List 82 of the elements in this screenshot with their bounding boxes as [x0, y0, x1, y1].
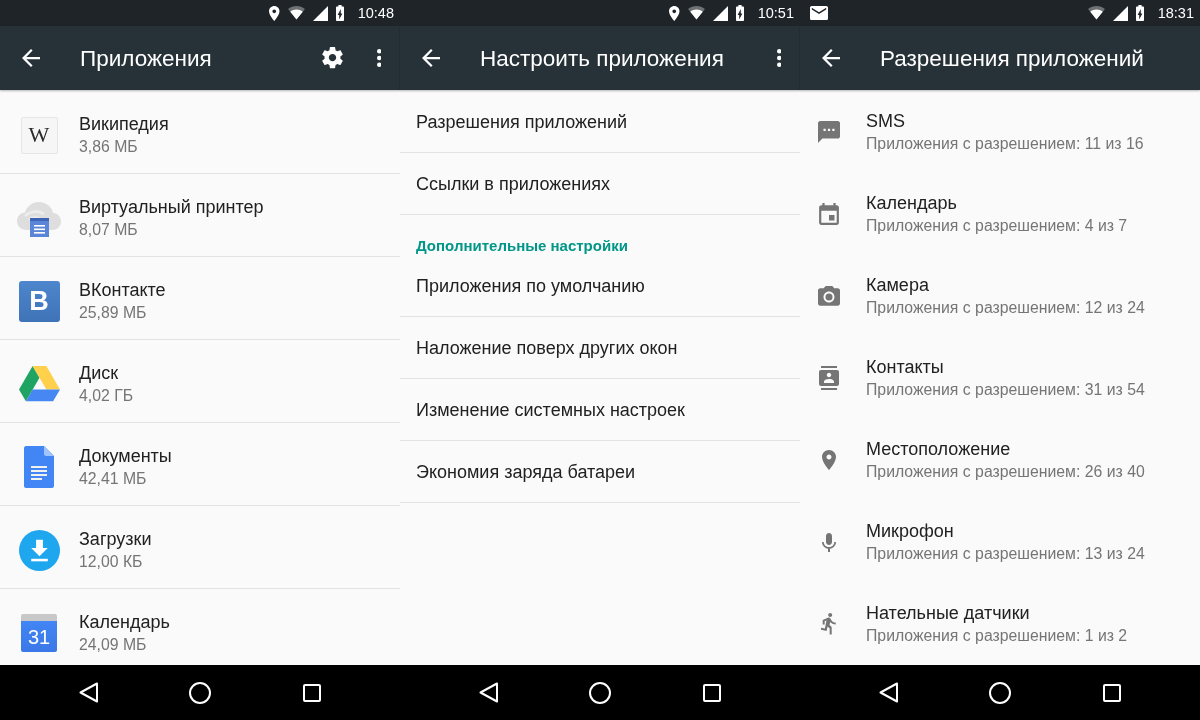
permission-name: Контакты — [866, 356, 945, 378]
camera-icon — [818, 286, 840, 306]
app-size: 25,89 МБ — [79, 303, 148, 323]
more-options-icon[interactable] — [376, 49, 381, 67]
cloud-printer-icon — [16, 199, 62, 237]
document-icon — [24, 446, 54, 488]
app-name: Загрузки — [79, 528, 152, 550]
app-size: 42,41 МБ — [79, 469, 148, 489]
calendar-icon — [819, 203, 839, 225]
mail-icon — [810, 5, 828, 21]
back-arrow-icon[interactable] — [22, 49, 40, 67]
signal-icon — [312, 5, 328, 21]
location-pin-icon — [822, 450, 836, 470]
status-time: 18:31 — [1157, 4, 1194, 22]
status-time: 10:48 — [357, 4, 394, 22]
back-icon[interactable] — [878, 682, 898, 703]
permission-name: Микрофон — [866, 520, 955, 542]
permission-summary: Приложения с разрешением: 4 из 7 — [866, 216, 1128, 236]
app-size: 12,00 КБ — [79, 552, 144, 572]
app-name: Диск — [79, 362, 120, 384]
microphone-icon — [822, 532, 836, 552]
screen-title: Настроить приложения — [480, 44, 724, 72]
permission-summary: Приложения с разрешением: 31 из 54 — [866, 380, 1145, 400]
battery-charging-icon — [1135, 5, 1144, 21]
battery-charging-icon — [735, 5, 744, 21]
triangle-logo-icon — [18, 366, 60, 402]
message-icon — [818, 121, 840, 143]
location-pin-icon — [669, 5, 680, 21]
battery-charging-icon — [335, 5, 344, 21]
wifi-icon — [687, 6, 705, 20]
settings-icon[interactable] — [321, 47, 343, 69]
settings-item[interactable]: Изменение системных настроек — [416, 398, 685, 421]
home-icon[interactable] — [989, 681, 1011, 704]
back-arrow-icon[interactable] — [422, 49, 440, 67]
settings-item[interactable]: Разрешения приложений — [416, 110, 628, 133]
home-icon[interactable] — [189, 681, 211, 704]
screen-title: Разрешения приложений — [880, 44, 1144, 72]
permission-summary: Приложения с разрешением: 13 из 24 — [866, 544, 1145, 564]
permission-summary: Приложения с разрешением: 12 из 24 — [866, 298, 1145, 318]
app-size: 3,86 МБ — [79, 137, 139, 157]
settings-item[interactable]: Приложения по умолчанию — [416, 274, 645, 297]
permission-summary: Приложения с разрешением: 1 из 2 — [866, 626, 1128, 646]
permission-name: Камера — [866, 274, 930, 296]
permission-name: Местоположение — [866, 438, 1012, 460]
calendar-logo: 31 — [21, 614, 57, 652]
settings-item[interactable]: Наложение поверх других окон — [416, 336, 678, 359]
back-arrow-icon[interactable] — [822, 49, 840, 67]
app-name: Документы — [79, 445, 172, 467]
permission-summary: Приложения с разрешением: 26 из 40 — [866, 462, 1145, 482]
permission-name: Календарь — [866, 192, 958, 214]
app-size: 4,02 ГБ — [79, 386, 134, 406]
app-name: ВКонтакте — [79, 279, 166, 301]
back-icon[interactable] — [478, 682, 498, 703]
back-icon[interactable] — [78, 682, 98, 703]
app-name: Виртуальный принтер — [79, 196, 264, 218]
download-icon — [18, 529, 60, 571]
app-logo: W — [20, 116, 58, 154]
recents-icon[interactable] — [303, 683, 321, 702]
signal-icon — [1112, 5, 1128, 21]
section-header: Дополнительные настройки — [416, 237, 628, 255]
running-person-icon — [821, 613, 837, 635]
wifi-icon — [287, 6, 305, 20]
permission-name: Нательные датчики — [866, 602, 1031, 624]
status-time: 10:51 — [757, 4, 794, 22]
home-icon[interactable] — [589, 681, 611, 704]
screen-title: Приложения — [80, 44, 212, 72]
app-size: 24,09 МБ — [79, 635, 148, 655]
recents-icon[interactable] — [703, 683, 721, 702]
wifi-icon — [1087, 6, 1105, 20]
app-size: 8,07 МБ — [79, 220, 139, 240]
recents-icon[interactable] — [1103, 683, 1121, 702]
app-name: Википедия — [79, 113, 169, 135]
signal-icon — [712, 5, 728, 21]
permission-name: SMS — [866, 110, 906, 132]
more-options-icon[interactable] — [776, 49, 781, 67]
permission-summary: Приложения с разрешением: 11 из 16 — [866, 134, 1144, 154]
location-pin-icon — [269, 5, 280, 21]
app-name: Календарь — [79, 611, 170, 633]
settings-item[interactable]: Ссылки в приложениях — [416, 172, 611, 195]
contact-card-icon — [819, 366, 839, 390]
settings-item[interactable]: Экономия заряда батареи — [416, 460, 636, 483]
app-logo: В — [18, 280, 60, 322]
